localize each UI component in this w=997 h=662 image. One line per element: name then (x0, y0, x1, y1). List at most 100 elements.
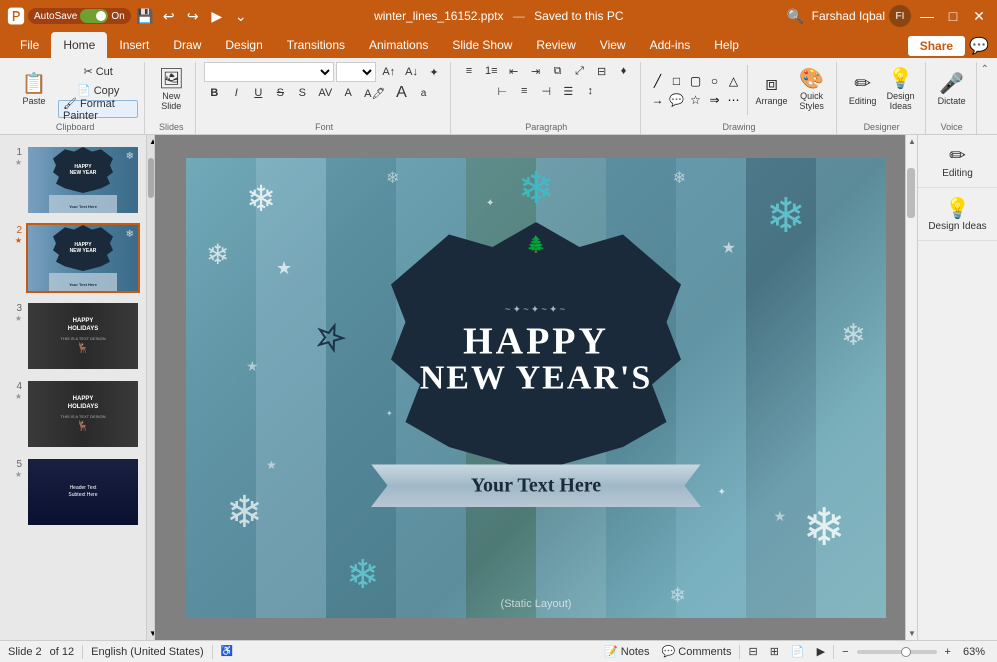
editing-button[interactable]: ✏ Editing (845, 64, 881, 116)
list-item[interactable]: 2 ★ HAPPYNEW YEAR Your Text Here (4, 221, 142, 295)
notes-button[interactable]: 📝 Notes (600, 644, 654, 659)
zoom-out-button[interactable]: − (838, 645, 852, 659)
comment-button[interactable]: 💬 (969, 36, 989, 56)
align-text-button[interactable]: ⊟ (592, 62, 612, 80)
slide-thumb-4[interactable]: HAPPYHOLIDAYS THIS IS A TEXT DESIGN 🦌 (26, 379, 140, 449)
new-slide-button[interactable]: 🖼 NewSlide (153, 64, 189, 116)
shadow-button[interactable]: S (292, 84, 312, 102)
tab-animations[interactable]: Animations (357, 32, 440, 58)
tab-file[interactable]: File (8, 32, 51, 58)
star-shape[interactable]: ☆ (687, 91, 705, 109)
more-options-button[interactable]: ⌄ (231, 6, 251, 26)
canvas-scroll-down[interactable]: ▼ (906, 627, 917, 640)
bold-button[interactable]: B (204, 84, 224, 102)
minimize-button[interactable]: — (917, 6, 937, 26)
slide-sorter-button[interactable]: ⊞ (766, 644, 783, 659)
tab-home[interactable]: Home (51, 32, 107, 58)
tab-review[interactable]: Review (524, 32, 587, 58)
font-size-select[interactable] (336, 62, 376, 82)
align-right-button[interactable]: ⊣ (536, 82, 556, 100)
font-color-button[interactable]: A (338, 84, 358, 102)
align-center-button[interactable]: ≡ (514, 82, 534, 100)
save-button[interactable]: 💾 (135, 6, 155, 26)
tab-insert[interactable]: Insert (107, 32, 161, 58)
scroll-thumb[interactable] (148, 158, 154, 198)
redo-button[interactable]: ↪ (183, 6, 203, 26)
cut-button[interactable]: ✂ Cut (58, 62, 138, 80)
increase-indent-button[interactable]: ⇥ (526, 62, 546, 80)
slideshow-button[interactable]: ▶ (813, 644, 829, 659)
present-button[interactable]: ▶ (207, 6, 227, 26)
reading-view-button[interactable]: 📄 (787, 644, 809, 659)
italic-button[interactable]: I (226, 84, 246, 102)
design-ideas-panel-button[interactable]: 💡 Design Ideas (918, 188, 997, 241)
slide-thumb-3[interactable]: HAPPYHOLIDAYS THIS IS A TEXT DESIGN 🦌 (26, 301, 140, 371)
decrease-font-button[interactable]: A↓ (401, 63, 422, 81)
line-spacing-button[interactable]: ↕ (580, 82, 600, 100)
increase-font-button[interactable]: A↑ (378, 63, 399, 81)
collapse-ribbon-button[interactable]: ⌃ (979, 62, 991, 77)
tab-view[interactable]: View (588, 32, 638, 58)
tab-addins[interactable]: Add-ins (638, 32, 703, 58)
format-painter-button[interactable]: 🖌 Format Painter (58, 100, 138, 118)
user-area[interactable]: Farshad Iqbal FI (812, 5, 911, 27)
design-ideas-button[interactable]: 💡 DesignIdeas (883, 64, 919, 116)
editing-panel-button[interactable]: ✏ Editing (918, 135, 997, 188)
normal-view-button[interactable]: ⊟ (744, 644, 761, 659)
tab-help[interactable]: Help (702, 32, 751, 58)
tab-slideshow[interactable]: Slide Show (440, 32, 524, 58)
comments-status-button[interactable]: 💬 Comments (658, 644, 736, 659)
maximize-button[interactable]: □ (943, 6, 963, 26)
spacing-button[interactable]: AV (314, 84, 336, 102)
list-item[interactable]: 5 ★ Header TextSubtext Here (4, 455, 142, 529)
scroll-up-button[interactable]: ▲ (147, 135, 154, 148)
banner[interactable]: Your Text Here (371, 464, 701, 507)
strikethrough-button[interactable]: S (270, 84, 290, 102)
columns-button[interactable]: ⧉ (548, 62, 568, 80)
scroll-down-button[interactable]: ▼ (147, 627, 154, 640)
oval-shape[interactable]: ○ (706, 72, 724, 90)
underline-button[interactable]: U (248, 84, 268, 102)
zoom-in-button[interactable]: + (941, 645, 955, 659)
main-slide-canvas[interactable]: ❄ ❄ ❄ ❄ ❄ ❄ ❄ ❄ ❄ ❄ ★ ★ ★ ★ ★ ★ ❄ ✦ ✦ ✦ … (186, 158, 886, 618)
triangle-shape[interactable]: △ (725, 72, 743, 90)
canvas-vscrollbar[interactable]: ▲ ▼ (905, 135, 917, 640)
slide-thumb-5[interactable]: Header TextSubtext Here (26, 457, 140, 527)
highlight-button[interactable]: A🖊 (360, 84, 389, 102)
numbering-button[interactable]: 1≡ (481, 62, 502, 80)
justify-button[interactable]: ☰ (558, 82, 578, 100)
align-left-button[interactable]: ⊢ (492, 82, 512, 100)
canvas-scroll-up[interactable]: ▲ (906, 135, 917, 148)
slide-thumb-1[interactable]: HAPPYNEW YEAR Your Text Here ❄ (26, 145, 140, 215)
callout-shape[interactable]: 💬 (668, 91, 686, 109)
text-direction-button[interactable]: ⤢ (570, 62, 590, 80)
decrease-indent-button[interactable]: ⇤ (504, 62, 524, 80)
dictate-button[interactable]: 🎤 Dictate (934, 64, 970, 116)
arrange-button[interactable]: ⧈ Arrange (752, 64, 792, 116)
zoom-slider[interactable] (857, 650, 937, 654)
clear-format-button[interactable]: ✦ (424, 63, 444, 81)
block-arrow-shape[interactable]: ⇒ (706, 91, 724, 109)
tab-transitions[interactable]: Transitions (275, 32, 357, 58)
quick-styles-button[interactable]: 🎨 QuickStyles (794, 64, 830, 116)
bullets-button[interactable]: ≡ (459, 62, 479, 80)
tab-design[interactable]: Design (213, 32, 274, 58)
paste-button[interactable]: 📋 Paste (12, 64, 56, 116)
rounded-rect-shape[interactable]: ▢ (687, 72, 705, 90)
zoom-thumb[interactable] (901, 647, 911, 657)
more-shapes[interactable]: ⋯ (725, 91, 743, 109)
arrow-shape[interactable]: → (649, 91, 667, 109)
slide-thumb-2[interactable]: HAPPYNEW YEAR Your Text Here ❄ (26, 223, 140, 293)
autosave-toggle[interactable] (80, 9, 108, 23)
slide-list-scrollbar[interactable]: ▲ ▼ (146, 135, 154, 640)
search-button[interactable]: 🔍 (786, 6, 806, 26)
canvas-scroll-thumb[interactable] (907, 168, 915, 218)
list-item[interactable]: 4 ★ HAPPYHOLIDAYS THIS IS A TEXT DESIGN … (4, 377, 142, 451)
close-button[interactable]: ✕ (969, 6, 989, 26)
zoom-percent[interactable]: 63% (959, 645, 989, 659)
rect-shape[interactable]: □ (668, 72, 686, 90)
share-button[interactable]: Share (908, 36, 965, 56)
font-family-select[interactable] (204, 62, 334, 82)
undo-button[interactable]: ↩ (159, 6, 179, 26)
list-item[interactable]: 1 ★ HAPPYNEW YEAR Your Text Here (4, 143, 142, 217)
